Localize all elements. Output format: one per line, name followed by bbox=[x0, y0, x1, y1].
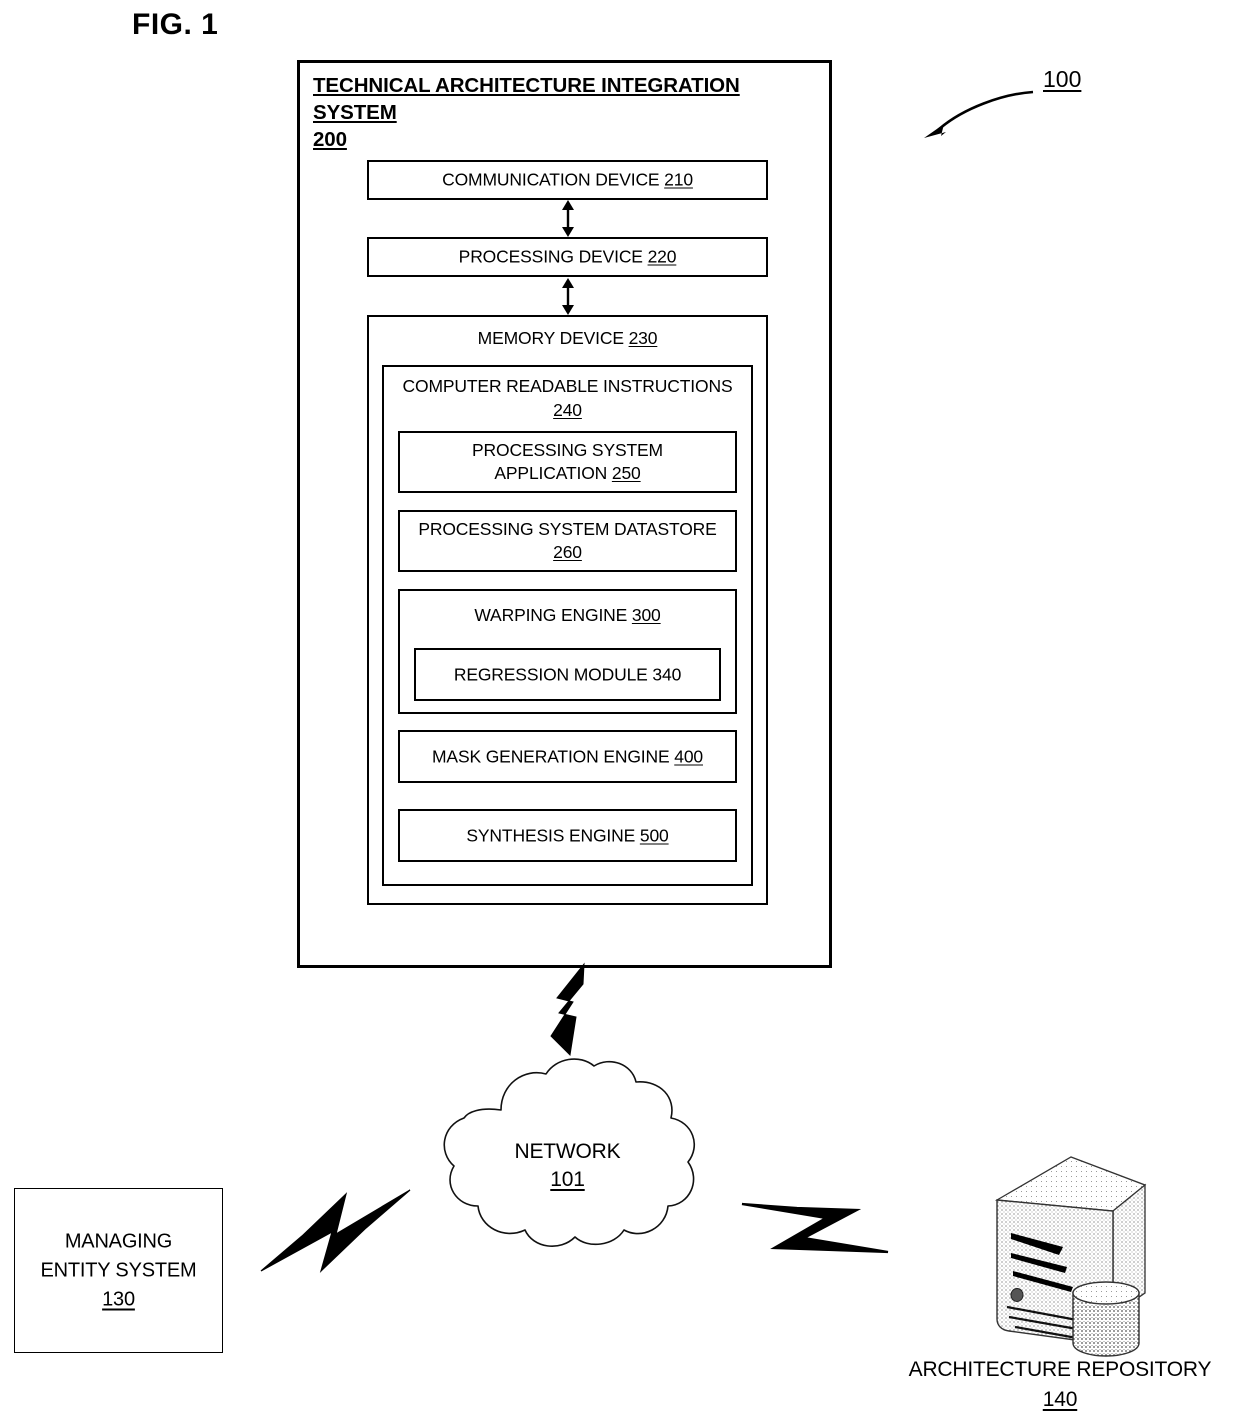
wireless-link-bolt-left-icon bbox=[260, 1189, 411, 1273]
processing-system-datastore-box: PROCESSING SYSTEM DATASTORE 260 bbox=[398, 510, 737, 572]
reference-numeral-100: 100 bbox=[1043, 66, 1082, 92]
processing-system-datastore-label: PROCESSING SYSTEM DATASTORE 260 bbox=[418, 519, 717, 562]
bidirectional-arrow-proc-mem-icon bbox=[562, 278, 574, 315]
memory-device-label: MEMORY DEVICE 230 bbox=[477, 328, 658, 348]
computer-readable-instructions-label: COMPUTER READABLE INSTRUCTIONS 240 bbox=[402, 376, 733, 420]
mask-generation-engine-label: MASK GENERATION ENGINE 400 bbox=[432, 746, 703, 766]
figure-label: FIG. 1 bbox=[132, 8, 219, 41]
server-repository-icon bbox=[994, 1156, 1147, 1357]
managing-entity-system-box: MANAGING ENTITY SYSTEM 130 bbox=[14, 1188, 223, 1353]
wireless-link-bolt-right-icon bbox=[741, 1202, 889, 1254]
system-title: TECHNICAL ARCHITECTURE INTEGRATION SYSTE… bbox=[313, 72, 813, 153]
managing-entity-system-label: MANAGING ENTITY SYSTEM 130 bbox=[40, 1230, 197, 1310]
processing-system-application-box: PROCESSING SYSTEM APPLICATION 250 bbox=[398, 431, 737, 493]
synthesis-engine-label: SYNTHESIS ENGINE 500 bbox=[466, 825, 669, 845]
figure-canvas: FIG. 1 100 TECHNICAL ARCHITECTURE INTEGR… bbox=[0, 0, 1240, 1427]
regression-module-box: REGRESSION MODULE 340 bbox=[414, 648, 721, 701]
architecture-repository-label: ARCHITECTURE REPOSITORY 140 bbox=[908, 1358, 1212, 1411]
communication-device-label: COMMUNICATION DEVICE 210 bbox=[442, 169, 693, 190]
system-title-ref: 200 bbox=[313, 128, 347, 151]
network-label: NETWORK 101 bbox=[514, 1140, 621, 1191]
communication-device-box: COMMUNICATION DEVICE 210 bbox=[367, 160, 768, 200]
processing-system-application-label: PROCESSING SYSTEM APPLICATION 250 bbox=[472, 440, 663, 483]
warping-engine-label: WARPING ENGINE 300 bbox=[474, 605, 661, 625]
wireless-link-bolt-top-icon bbox=[550, 962, 585, 1057]
leader-arrow-icon bbox=[924, 90, 1034, 138]
system-title-line1: TECHNICAL ARCHITECTURE INTEGRATION bbox=[313, 74, 740, 97]
processing-device-label: PROCESSING DEVICE 220 bbox=[458, 246, 677, 267]
mask-generation-engine-box: MASK GENERATION ENGINE 400 bbox=[398, 730, 737, 783]
regression-module-label: REGRESSION MODULE 340 bbox=[453, 664, 682, 684]
synthesis-engine-box: SYNTHESIS ENGINE 500 bbox=[398, 809, 737, 862]
processing-device-box: PROCESSING DEVICE 220 bbox=[367, 237, 768, 277]
bidirectional-arrow-comm-proc-icon bbox=[562, 200, 574, 237]
system-title-line2: SYSTEM bbox=[313, 101, 397, 124]
